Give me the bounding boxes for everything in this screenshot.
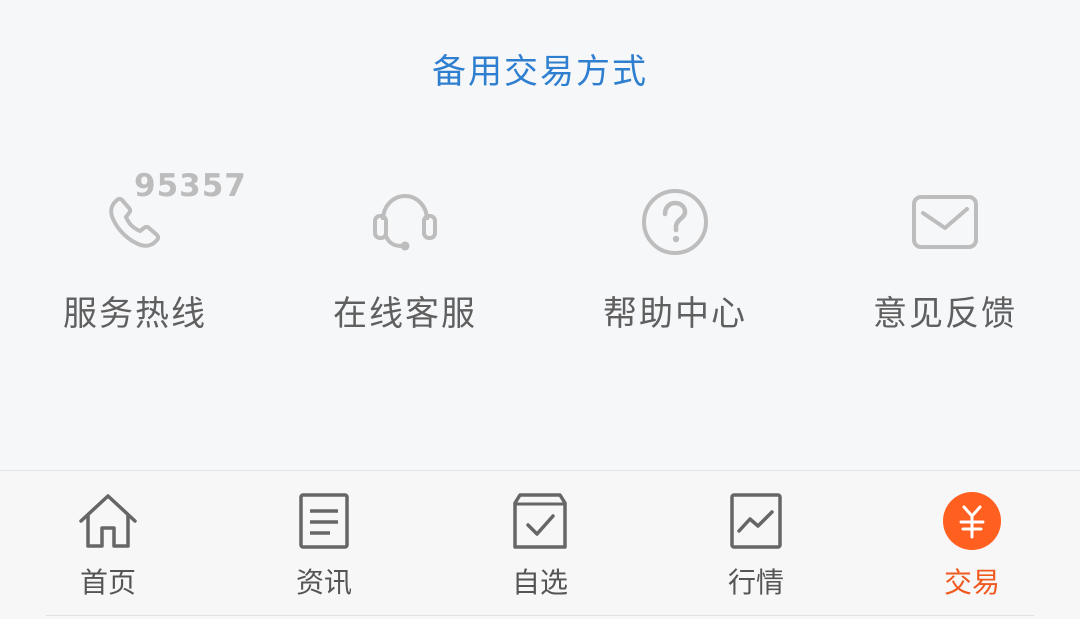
document-icon [292,491,356,551]
service-label: 服务热线 [63,294,207,334]
tab-label: 资讯 [295,566,352,599]
home-icon [76,491,140,551]
service-hotline[interactable]: 95357 服务热线 [0,168,270,348]
service-label: 在线客服 [333,294,477,334]
service-feedback[interactable]: 意见反馈 [810,168,1080,348]
checkbox-icon [508,491,572,551]
tab-label: 首页 [79,566,136,599]
tab-trade[interactable]: 交易 [864,471,1080,611]
yuan-icon [940,491,1004,551]
service-help-center[interactable]: 帮助中心 [540,168,810,348]
bottom-tab-bar: 首页 资讯 自选 行情 交易 [0,470,1080,619]
envelope-icon [903,180,987,264]
tab-watchlist[interactable]: 自选 [432,471,648,611]
chart-icon [724,491,788,551]
question-circle-icon [633,180,717,264]
tab-market[interactable]: 行情 [648,471,864,611]
service-label: 意见反馈 [873,294,1017,334]
tabbar-bottom-divider [46,615,1034,616]
tab-news[interactable]: 资讯 [216,471,432,611]
service-label: 帮助中心 [603,294,747,334]
tab-label: 交易 [943,566,1000,599]
alternative-trading-link[interactable]: 备用交易方式 [0,44,1080,93]
tab-label: 自选 [511,566,568,599]
page: 备用交易方式 95357 服务热线 在线客服 帮助中心 意见反馈 首页 资讯 自… [0,0,1080,619]
service-online-support[interactable]: 在线客服 [270,168,540,348]
headset-icon [363,180,447,264]
phone-icon [93,180,177,264]
tab-label: 行情 [727,566,784,599]
service-row: 95357 服务热线 在线客服 帮助中心 意见反馈 [0,168,1080,348]
tab-home[interactable]: 首页 [0,471,216,611]
